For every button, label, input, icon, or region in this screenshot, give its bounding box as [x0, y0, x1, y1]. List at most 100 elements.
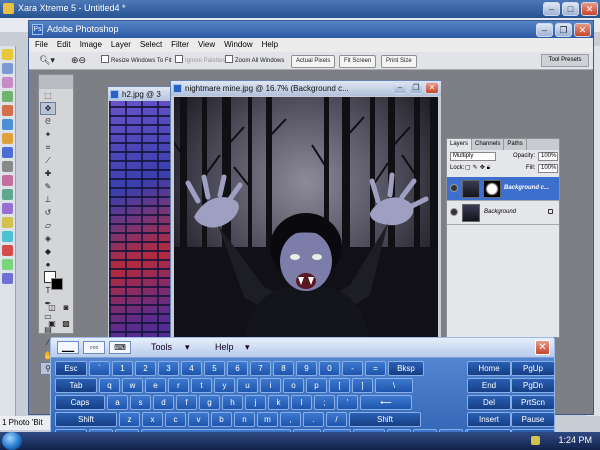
ps-minimize-button[interactable]: – — [536, 23, 553, 37]
menu-layer[interactable]: Layer — [111, 38, 131, 52]
history-brush-icon[interactable]: ↺ — [41, 207, 55, 218]
move-tool-icon[interactable]: ✥ — [40, 102, 56, 115]
key[interactable]: . — [303, 412, 324, 427]
doc-minimize-button[interactable]: – — [393, 82, 407, 94]
zoom-all-windows-checkbox[interactable]: Zoom All Windows — [225, 55, 284, 67]
layer-row[interactable]: Background c... — [447, 177, 559, 201]
key[interactable]: 0 — [319, 361, 340, 376]
standard-mode-icon[interactable]: ◙ — [59, 302, 73, 313]
key[interactable]: q — [99, 378, 120, 393]
tray-notification-icon[interactable] — [531, 436, 540, 445]
key[interactable]: 1 — [112, 361, 133, 376]
key[interactable]: v — [188, 412, 209, 427]
key[interactable]: Home — [467, 361, 511, 376]
key[interactable]: 8 — [273, 361, 294, 376]
key[interactable]: PgDn — [511, 378, 555, 393]
key[interactable]: Pause — [511, 412, 555, 427]
key[interactable]: = — [365, 361, 386, 376]
layer-mask-thumbnail[interactable] — [483, 180, 501, 198]
zoom-tool-icon[interactable] — [2, 161, 13, 172]
document-window-nightmare[interactable]: nightmare mine.jpg @ 16.7% (Background c… — [170, 80, 442, 342]
crop-tool-icon[interactable]: ⌗ — [41, 142, 55, 153]
blend-mode-select[interactable]: Multiply — [450, 152, 496, 161]
key[interactable]: n — [234, 412, 255, 427]
layer-row[interactable]: Background — [447, 201, 559, 225]
key[interactable]: 6 — [227, 361, 248, 376]
chevron-down-icon[interactable]: ▾ — [185, 341, 190, 354]
key[interactable]: p — [306, 378, 327, 393]
print-size-button[interactable]: Print Size — [381, 55, 417, 68]
opacity-input[interactable]: 100% — [538, 152, 558, 161]
actual-pixels-button[interactable]: Actual Pixels — [291, 55, 336, 68]
chevron-down-icon[interactable]: ▾ — [245, 341, 250, 354]
fill-input[interactable]: 100% — [538, 164, 558, 173]
key[interactable]: o — [283, 378, 304, 393]
keyboard-mode-full-icon[interactable]: ⌨ — [109, 341, 131, 354]
lock-options-icon[interactable]: ▢✎✥🔒︎ — [465, 163, 492, 174]
tool-presets-tab[interactable]: Tool Presets — [541, 54, 589, 67]
key[interactable]: b — [211, 412, 232, 427]
key[interactable]: Del — [467, 395, 511, 410]
key[interactable]: End — [467, 378, 511, 393]
pen-tool-icon[interactable] — [2, 63, 13, 74]
marquee-tool-icon[interactable]: ⬚ — [41, 90, 55, 101]
close-button[interactable]: ✕ — [581, 2, 598, 16]
slice-tool-icon[interactable]: ⟋ — [41, 155, 55, 166]
key[interactable]: \ — [375, 378, 413, 393]
eraser-tool-icon[interactable]: ▱ — [41, 220, 55, 231]
taskbar-clock[interactable]: 1:24 PM — [558, 435, 592, 445]
key[interactable]: 2 — [135, 361, 156, 376]
key[interactable]: e — [145, 378, 166, 393]
menu-file[interactable]: File — [35, 38, 48, 52]
key[interactable]: l — [291, 395, 312, 410]
ps-restore-button[interactable]: ❐ — [555, 23, 572, 37]
menu-select[interactable]: Select — [140, 38, 162, 52]
fill-tool-icon[interactable] — [2, 105, 13, 116]
brush-tool-icon[interactable]: ✎ — [41, 181, 55, 192]
resize-windows-checkbox[interactable]: Resize Windows To Fit — [101, 55, 172, 67]
healing-brush-icon[interactable]: ✚ — [41, 168, 55, 179]
dodge-tool-icon[interactable]: ● — [41, 259, 55, 270]
xara-title-bar[interactable]: Xara Xtreme 5 - Untitled4 * – □ ✕ — [0, 0, 600, 18]
key[interactable]: Shift — [55, 412, 117, 427]
menu-help[interactable]: Help — [262, 38, 278, 52]
brush-tool-icon[interactable] — [2, 77, 13, 88]
blur-tool-icon[interactable]: ◆ — [41, 246, 55, 257]
transparency-tool-icon[interactable] — [2, 217, 13, 228]
key[interactable]: w — [122, 378, 143, 393]
key[interactable]: ⟵ — [360, 395, 412, 410]
key[interactable]: x — [142, 412, 163, 427]
blend-tool-icon[interactable] — [2, 189, 13, 200]
key[interactable]: 7 — [250, 361, 271, 376]
key[interactable]: ; — [314, 395, 335, 410]
ellipse-tool-icon[interactable] — [2, 133, 13, 144]
key[interactable]: i — [260, 378, 281, 393]
key[interactable]: ' — [337, 395, 358, 410]
key[interactable]: t — [191, 378, 212, 393]
photo-canvas[interactable] — [174, 97, 438, 341]
menu-filter[interactable]: Filter — [171, 38, 189, 52]
keyboard-menu-help[interactable]: Help — [215, 341, 234, 354]
zoom-in-icon[interactable]: ⊕⊖ — [71, 55, 86, 66]
zoom-tool-icon[interactable]: 🔍︎▾ — [39, 55, 55, 66]
magic-wand-icon[interactable]: ✦ — [41, 129, 55, 140]
push-tool-icon[interactable] — [2, 273, 13, 284]
mould-tool-icon[interactable] — [2, 245, 13, 256]
fit-screen-button[interactable]: Fit Screen — [339, 55, 377, 68]
key[interactable]: 9 — [296, 361, 317, 376]
keyboard-close-button[interactable]: ✕ — [535, 340, 550, 355]
key[interactable]: Esc — [55, 361, 87, 376]
background-color-swatch[interactable] — [51, 278, 63, 290]
key[interactable]: 5 — [204, 361, 225, 376]
key[interactable]: - — [342, 361, 363, 376]
menu-edit[interactable]: Edit — [57, 38, 71, 52]
contour-tool-icon[interactable] — [2, 231, 13, 242]
key[interactable]: PrtScn — [511, 395, 555, 410]
key[interactable]: d — [153, 395, 174, 410]
key[interactable]: ] — [352, 378, 373, 393]
ignore-palettes-checkbox[interactable]: Ignore Palettes — [175, 55, 225, 67]
photo-tool-icon[interactable] — [2, 259, 13, 270]
key[interactable]: m — [257, 412, 278, 427]
fullscreen-mode-icon[interactable]: ▩ — [59, 318, 73, 329]
key[interactable]: f — [176, 395, 197, 410]
